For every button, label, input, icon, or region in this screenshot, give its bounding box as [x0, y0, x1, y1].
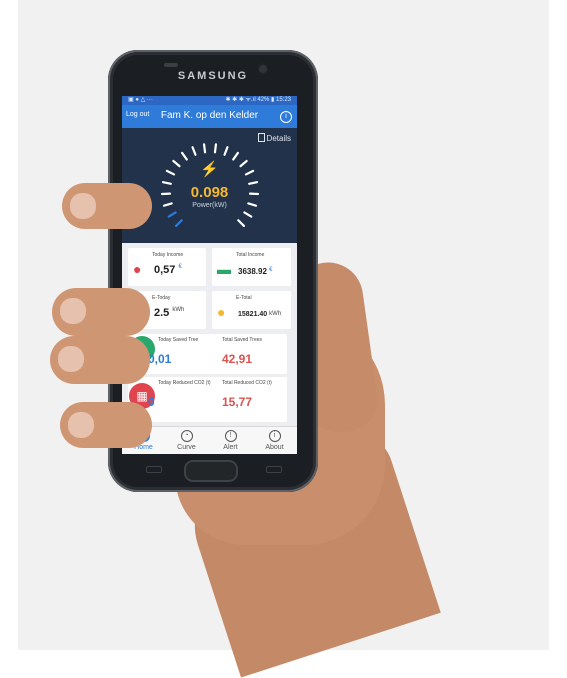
- total-income-number: 3638.92: [238, 267, 267, 276]
- stats-panel: ● Today Income 0,57 € ▬ Total Income 363…: [122, 243, 297, 426]
- total-saved-trees-value: 42,91: [222, 352, 252, 366]
- home-hardware-button[interactable]: [184, 460, 238, 482]
- total-income-unit: €: [269, 267, 272, 273]
- today-saved-tree-label: Today Saved Tree: [158, 337, 198, 343]
- fingernail: [68, 412, 94, 438]
- piggy-bank-icon: ●: [133, 261, 141, 277]
- app-screen: ▣ ● △ ··· ✱ ✱ ✱ ᯤ.ıl 42% ▮ 15:23 Log out…: [122, 96, 297, 454]
- gauge-tick: [244, 212, 251, 216]
- e-today-label: E-Today: [152, 295, 170, 301]
- phone-speaker: [164, 63, 178, 67]
- today-income-card[interactable]: ● Today Income 0,57 €: [128, 248, 206, 286]
- e-total-label: E-Total: [236, 295, 252, 301]
- fingernail: [58, 346, 84, 372]
- total-saved-trees-label: Total Saved Trees: [222, 337, 262, 343]
- total-reduced-co2-label: Total Reduced CO2 (t): [222, 380, 272, 386]
- e-today-number: 2.5: [154, 307, 169, 319]
- chart-icon: ◔: [181, 430, 193, 442]
- e-total-value: 15821.40 kWh: [238, 311, 281, 318]
- lightning-icon: ⚡: [122, 160, 297, 178]
- finger-ring: [50, 336, 150, 384]
- gauge-tick: [169, 212, 176, 216]
- recent-apps-key[interactable]: [146, 466, 162, 473]
- finger-little: [60, 402, 152, 448]
- today-saved-tree-value: 0,01: [148, 352, 171, 366]
- front-camera-icon: [259, 65, 267, 73]
- finger-index: [62, 183, 152, 229]
- saved-trees-card[interactable]: ♣ Today Saved Tree Total Saved Trees 0,0…: [128, 334, 287, 374]
- tab-about[interactable]: i About: [257, 430, 292, 451]
- today-income-number: 0,57: [154, 264, 175, 276]
- gauge-tick: [238, 220, 244, 226]
- today-reduced-co2-label: Today Reduced CO2 (t): [158, 380, 211, 386]
- tab-alert-label: Alert: [213, 444, 248, 451]
- phone-brand: SAMSUNG: [108, 70, 318, 82]
- gauge-tick: [233, 153, 238, 160]
- status-right-info: ✱ ✱ ✱ ᯤ.ıl 42% ▮ 15:23: [225, 96, 291, 105]
- details-label: Details: [267, 134, 291, 143]
- alert-icon: !: [225, 430, 237, 442]
- e-total-card[interactable]: ● E-Total 15821.40 kWh: [212, 291, 291, 329]
- gauge-tick: [225, 147, 228, 154]
- tab-alert[interactable]: ! Alert: [213, 430, 248, 451]
- finger-middle: [52, 288, 150, 336]
- total-income-label: Total Income: [236, 252, 264, 258]
- tab-curve[interactable]: ◔ Curve: [169, 430, 204, 451]
- e-today-value: 2.5 kWh: [154, 307, 184, 319]
- e-total-unit: kWh: [269, 311, 281, 317]
- total-income-value: 3638.92 €: [238, 267, 273, 276]
- tab-curve-label: Curve: [169, 444, 204, 451]
- about-icon: i: [269, 430, 281, 442]
- today-income-label: Today Income: [152, 252, 183, 258]
- gauge-tick: [182, 153, 187, 160]
- light-bulb-icon: ●: [217, 304, 225, 320]
- gauge-tick: [204, 144, 205, 152]
- e-today-unit: kWh: [172, 307, 184, 313]
- today-reduced-co2-value: 0: [148, 395, 155, 409]
- gauge-tick: [176, 220, 182, 226]
- gauge-tick: [193, 147, 196, 154]
- total-reduced-co2-value: 15,77: [222, 395, 252, 409]
- plant-title: Fam K. op den Kelder: [122, 110, 297, 121]
- reduced-co2-card[interactable]: ▦ Today Reduced CO2 (t) Total Reduced CO…: [128, 377, 287, 422]
- status-left-icons: ▣ ● △ ···: [128, 96, 153, 105]
- today-income-unit: €: [178, 264, 181, 270]
- power-dashboard: Details ⚡ 0.098 Power(kW): [122, 128, 297, 243]
- gauge-tick: [215, 144, 216, 152]
- today-income-value: 0,57 €: [154, 264, 182, 276]
- total-income-card[interactable]: ▬ Total Income 3638.92 €: [212, 248, 291, 286]
- wallet-icon: ▬: [217, 261, 231, 277]
- tab-about-label: About: [257, 444, 292, 451]
- fingernail: [60, 298, 86, 324]
- info-icon[interactable]: i: [280, 111, 292, 123]
- back-key[interactable]: [266, 466, 282, 473]
- e-total-number: 15821.40: [238, 311, 267, 318]
- fingernail: [70, 193, 96, 219]
- app-bar: Log out Fam K. op den Kelder i: [122, 105, 297, 128]
- status-bar: ▣ ● △ ··· ✱ ✱ ✱ ᯤ.ıl 42% ▮ 15:23: [122, 96, 297, 105]
